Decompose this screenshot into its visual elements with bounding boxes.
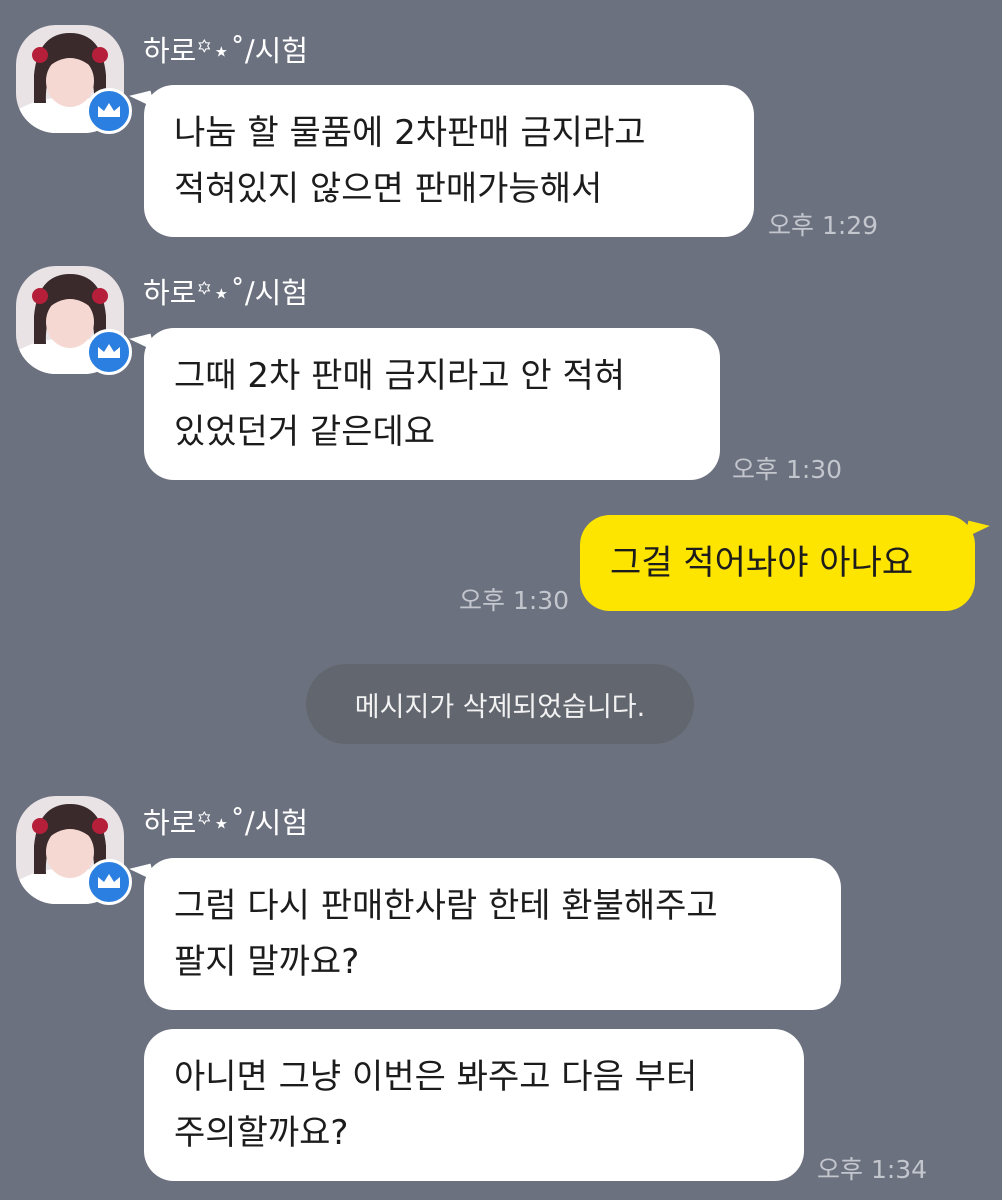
message-time: 오후 1:29 — [768, 211, 879, 240]
crown-icon — [98, 103, 120, 117]
message-bubble[interactable]: 그럼 다시 판매한사람 한테 환불해주고 팔지 말까요? — [144, 858, 841, 1010]
crown-badge — [86, 329, 132, 375]
message-bubble-outgoing[interactable]: 그걸 적어놔야 아나요 — [580, 515, 975, 611]
message-bubble[interactable]: 아니면 그냥 이번은 봐주고 다음 부터 주의할까요? — [144, 1029, 804, 1181]
crown-badge — [86, 859, 132, 905]
crown-icon — [98, 344, 120, 358]
sender-name: 하로꙳⋆˚/시험 — [143, 276, 309, 310]
message-time: 오후 1:30 — [732, 455, 843, 484]
crown-badge — [86, 88, 132, 134]
deleted-message-text: 메시지가 삭제되었습니다. — [354, 691, 646, 723]
message-bubble[interactable]: 나눔 할 물품에 2차판매 금지라고 적혀있지 않으면 판매가능해서 — [144, 85, 754, 237]
sender-name: 하로꙳⋆˚/시험 — [143, 34, 309, 68]
message-bubble[interactable]: 그때 2차 판매 금지라고 안 적혀 있었던거 같은데요 — [144, 328, 720, 480]
message-time: 오후 1:34 — [817, 1155, 928, 1184]
crown-icon — [98, 874, 120, 888]
message-time: 오후 1:30 — [459, 586, 570, 615]
deleted-message-notice: 메시지가 삭제되었습니다. — [306, 664, 694, 744]
sender-name: 하로꙳⋆˚/시험 — [143, 806, 309, 840]
